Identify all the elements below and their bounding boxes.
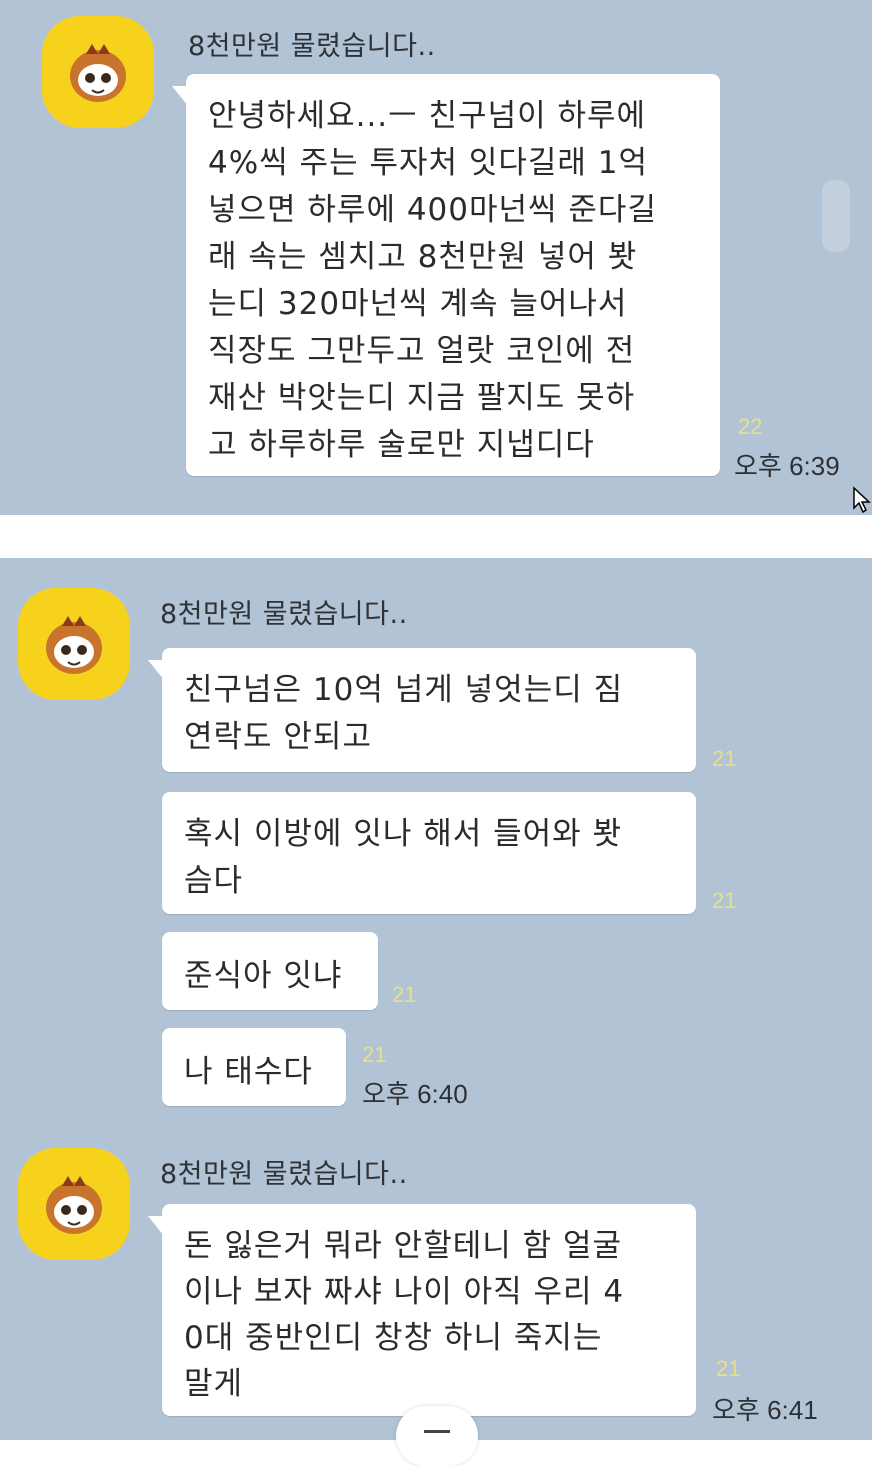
message-line: 넣으면 하루에 400마넌씩 준다길 [208,192,657,228]
message-bubble[interactable]: 나 태수다 [162,1028,346,1106]
message-line: 직장도 그만두고 얼랏 코인에 전 [208,333,636,369]
unread-count: 21 [392,982,417,1007]
unread-count: 21 [712,746,737,771]
message-bubble[interactable]: 안녕하세요...ㅡ 친구넘이 하루에 4%씩 주는 투자처 잇다길래 1억 넣으… [172,74,720,476]
message-bubble[interactable]: 혹시 이방에 잇나 해서 들어와 봣 슴다 [162,792,696,914]
message-line: 4%씩 주는 투자처 잇다길래 1억 [208,145,649,181]
bubble-tail [172,86,188,106]
message-line: 나 태수다 [184,1054,313,1090]
message-time: 오후 6:39 [734,451,840,481]
message-line: 말게 [184,1366,244,1402]
message-line: 혹시 이방에 잇나 해서 들어와 봣 [184,816,623,852]
message-time: 오후 6:41 [712,1395,818,1425]
profile-character-icon [46,1176,102,1234]
message-line: 돈 잃은거 뭐라 안할테니 함 얼굴 [184,1228,623,1264]
floating-menu-button[interactable] [396,1406,478,1466]
message-bubble[interactable]: 돈 잃은거 뭐라 안할테니 함 얼굴 이나 보자 짜샤 나이 아직 우리 4 0… [148,1204,696,1416]
message-line: 는디 320마넌씩 계속 늘어나서 [208,286,628,322]
sender-name: 8천만원 물렸습니다.. [188,31,436,62]
mouse-cursor-icon [853,486,871,514]
message-bubble[interactable]: 친구넘은 10억 넘게 넣엇는디 짐 연락도 안되고 [148,648,696,772]
unread-count: 21 [712,888,737,913]
bubble-tail [148,1216,164,1236]
scrollbar-thumb[interactable] [822,180,850,252]
message-bubble[interactable]: 준식아 잇냐 [162,932,378,1010]
unread-count: 21 [362,1042,387,1067]
message-line: 재산 박앗는디 지금 팔지도 못하 [208,380,636,416]
bubble-tail [148,660,164,680]
message-line: 래 속는 셈치고 8천만원 넣어 봣 [208,239,638,275]
avatar[interactable] [42,16,154,128]
unread-count: 22 [738,414,763,439]
avatar[interactable] [18,1148,130,1260]
message-line: 슴다 [184,863,244,899]
avatar[interactable] [18,588,130,700]
message-line: 준식아 잇냐 [184,958,343,994]
message-time: 오후 6:40 [362,1079,468,1109]
unread-count: 21 [716,1356,741,1381]
chat-screenshot-1: 8천만원 물렸습니다.. 안녕하세요...ㅡ 친구넘이 하루에 4%씩 주는 투… [0,0,872,515]
chat-screenshot-2: 8천만원 물렸습니다.. 친구넘은 10억 넘게 넣엇는디 짐 연락도 안되고 … [0,558,872,1440]
message-line: 연락도 안되고 [184,719,372,755]
menu-line-icon [424,1430,450,1433]
message-line: 친구넘은 10억 넘게 넣엇는디 짐 [184,672,624,708]
sender-name: 8천만원 물렸습니다.. [160,1159,408,1190]
message-line: 안녕하세요...ㅡ 친구넘이 하루에 [208,98,647,134]
sender-name: 8천만원 물렸습니다.. [160,599,408,630]
message-line: 고 하루하루 술로만 지냅디다 [208,427,595,463]
profile-character-icon [70,44,126,102]
message-line: 이나 보자 짜샤 나이 아직 우리 4 [184,1274,625,1310]
message-line: 0대 중반인디 창창 하니 죽지는 [184,1320,603,1356]
profile-character-icon [46,616,102,674]
